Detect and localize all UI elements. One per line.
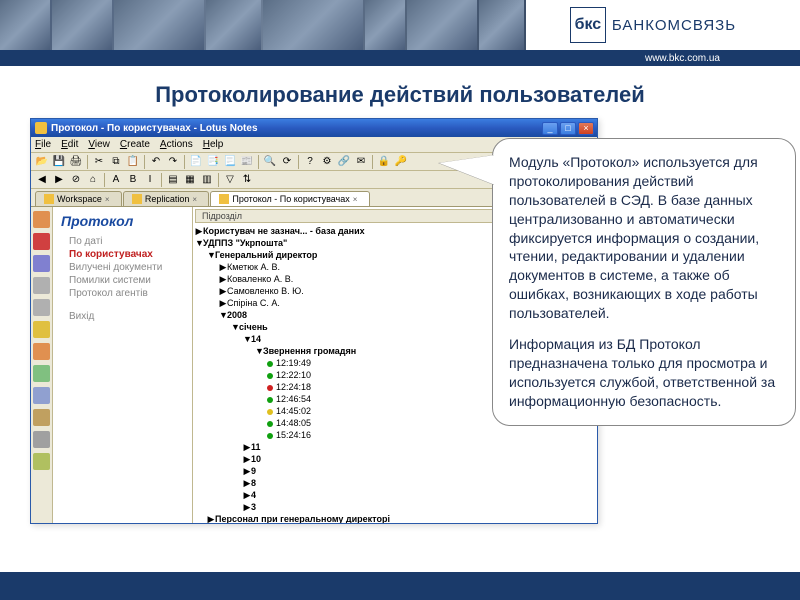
- tab-icon: [44, 194, 54, 204]
- menu-item-actions[interactable]: Actions: [160, 139, 193, 150]
- callout-p2: Информация из БД Протокол предназначена …: [509, 335, 779, 411]
- cut-button[interactable]: ✂: [91, 154, 107, 169]
- back-button[interactable]: ◀: [34, 172, 50, 187]
- app-icon: [35, 122, 47, 134]
- tab-label: Протокол - По користувачах: [232, 194, 349, 204]
- mail-button[interactable]: ✉: [353, 154, 369, 169]
- url-stripe: www.bkc.com.ua: [0, 50, 800, 66]
- tab-workspace[interactable]: Workspace×: [35, 191, 122, 206]
- leftbar-btn-1[interactable]: [33, 233, 50, 250]
- tree-header-label: Підрозділ: [202, 211, 242, 221]
- view2-button[interactable]: ▦: [182, 172, 198, 187]
- sort-button[interactable]: ⇅: [239, 172, 255, 187]
- leftbar-btn-10[interactable]: [33, 431, 50, 448]
- close-button[interactable]: ×: [578, 122, 594, 135]
- help-button[interactable]: ?: [302, 154, 318, 169]
- titlebar[interactable]: Протокол - По користувачах - Lotus Notes…: [31, 119, 597, 137]
- key-button[interactable]: 🔑: [393, 154, 409, 169]
- nav-item[interactable]: Вихід: [57, 310, 188, 323]
- leftbar-btn-3[interactable]: [33, 277, 50, 294]
- callout-bubble: Модуль «Протокол» используется для прото…: [492, 138, 796, 426]
- doc3-button[interactable]: 📃: [222, 154, 238, 169]
- tab-close-icon[interactable]: ×: [353, 195, 361, 203]
- leftbar-btn-7[interactable]: [33, 365, 50, 382]
- tree-node[interactable]: 15:24:16: [195, 429, 595, 441]
- brand-logo: бкс БАНКОМСВЯЗЬ: [526, 0, 800, 50]
- view1-button[interactable]: ▤: [165, 172, 181, 187]
- tab-icon: [132, 194, 142, 204]
- nav-item[interactable]: По даті: [57, 235, 188, 248]
- copy-button[interactable]: ⧉: [108, 154, 124, 169]
- nav-item: [57, 300, 188, 310]
- doc4-button[interactable]: 📰: [239, 154, 255, 169]
- tree-node[interactable]: ▶4: [195, 489, 595, 501]
- font-button[interactable]: A: [108, 172, 124, 187]
- search-button[interactable]: 🔍: [262, 154, 278, 169]
- maximize-button[interactable]: □: [560, 122, 576, 135]
- doc-button[interactable]: 📄: [188, 154, 204, 169]
- lock-button[interactable]: 🔒: [376, 154, 392, 169]
- redo-button[interactable]: ↷: [165, 154, 181, 169]
- nav-panel: Протокол По датіПо користувачахВилучені …: [53, 207, 193, 523]
- leftbar-btn-9[interactable]: [33, 409, 50, 426]
- menu-item-view[interactable]: View: [88, 139, 110, 150]
- open-button[interactable]: 📂: [34, 154, 50, 169]
- leftbar-btn-0[interactable]: [33, 211, 50, 228]
- view3-button[interactable]: ▥: [199, 172, 215, 187]
- undo-button[interactable]: ↶: [148, 154, 164, 169]
- cfg-button[interactable]: ⚙: [319, 154, 335, 169]
- home-button[interactable]: ⌂: [85, 172, 101, 187]
- tree-node[interactable]: ▶11: [195, 441, 595, 453]
- tab-icon: [219, 194, 229, 204]
- slide-title: Протоколирование действий пользователей: [0, 66, 800, 118]
- leftbar-btn-5[interactable]: [33, 321, 50, 338]
- brand-url: www.bkc.com.ua: [645, 53, 720, 64]
- nav-title: Протокол: [57, 211, 188, 235]
- tab-close-icon[interactable]: ×: [105, 195, 113, 203]
- leftbar-btn-6[interactable]: [33, 343, 50, 360]
- tab-close-icon[interactable]: ×: [192, 195, 200, 203]
- tree-node[interactable]: ▶10: [195, 453, 595, 465]
- tab-label: Workspace: [57, 194, 102, 204]
- banner-photos: [0, 0, 526, 50]
- top-banner: бкс БАНКОМСВЯЗЬ: [0, 0, 800, 50]
- italic-button[interactable]: I: [142, 172, 158, 187]
- leftbar-btn-11[interactable]: [33, 453, 50, 470]
- bold-button[interactable]: B: [125, 172, 141, 187]
- print-button[interactable]: 🖨: [68, 154, 84, 169]
- tab-replication[interactable]: Replication×: [123, 191, 210, 206]
- leftbar-btn-8[interactable]: [33, 387, 50, 404]
- callout-p1: Модуль «Протокол» используется для прото…: [509, 153, 779, 323]
- stop-button[interactable]: ⊘: [68, 172, 84, 187]
- paste-button[interactable]: 📋: [125, 154, 141, 169]
- link-button[interactable]: 🔗: [336, 154, 352, 169]
- nav-item[interactable]: Вилучені документи: [57, 261, 188, 274]
- footer-stripe: [0, 572, 800, 600]
- menu-item-create[interactable]: Create: [120, 139, 150, 150]
- logo-mark: бкс: [570, 7, 606, 43]
- menu-item-help[interactable]: Help: [203, 139, 224, 150]
- filter-button[interactable]: ▽: [222, 172, 238, 187]
- brand-name: БАНКОМСВЯЗЬ: [612, 17, 736, 34]
- menu-item-edit[interactable]: Edit: [61, 139, 78, 150]
- tree-node[interactable]: ▶8: [195, 477, 595, 489]
- save-button[interactable]: 💾: [51, 154, 67, 169]
- nav-item[interactable]: Протокол агентів: [57, 287, 188, 300]
- tree-node[interactable]: ▶Персонал при генеральному директорі: [195, 513, 595, 523]
- window-title: Протокол - По користувачах - Lotus Notes: [51, 123, 542, 134]
- tree-node[interactable]: ▶9: [195, 465, 595, 477]
- left-icon-bar[interactable]: [31, 207, 53, 523]
- nav-item[interactable]: По користувачах: [57, 248, 188, 261]
- tab-протокол-по-користувачах[interactable]: Протокол - По користувачах ×: [210, 191, 369, 206]
- minimize-button[interactable]: _: [542, 122, 558, 135]
- doc2-button[interactable]: 📑: [205, 154, 221, 169]
- leftbar-btn-2[interactable]: [33, 255, 50, 272]
- tab-label: Replication: [145, 194, 190, 204]
- fwd-button[interactable]: ▶: [51, 172, 67, 187]
- leftbar-btn-4[interactable]: [33, 299, 50, 316]
- nav-item[interactable]: Помилки системи: [57, 274, 188, 287]
- tree-node[interactable]: ▶3: [195, 501, 595, 513]
- refresh-button[interactable]: ⟳: [279, 154, 295, 169]
- menu-item-file[interactable]: File: [35, 139, 51, 150]
